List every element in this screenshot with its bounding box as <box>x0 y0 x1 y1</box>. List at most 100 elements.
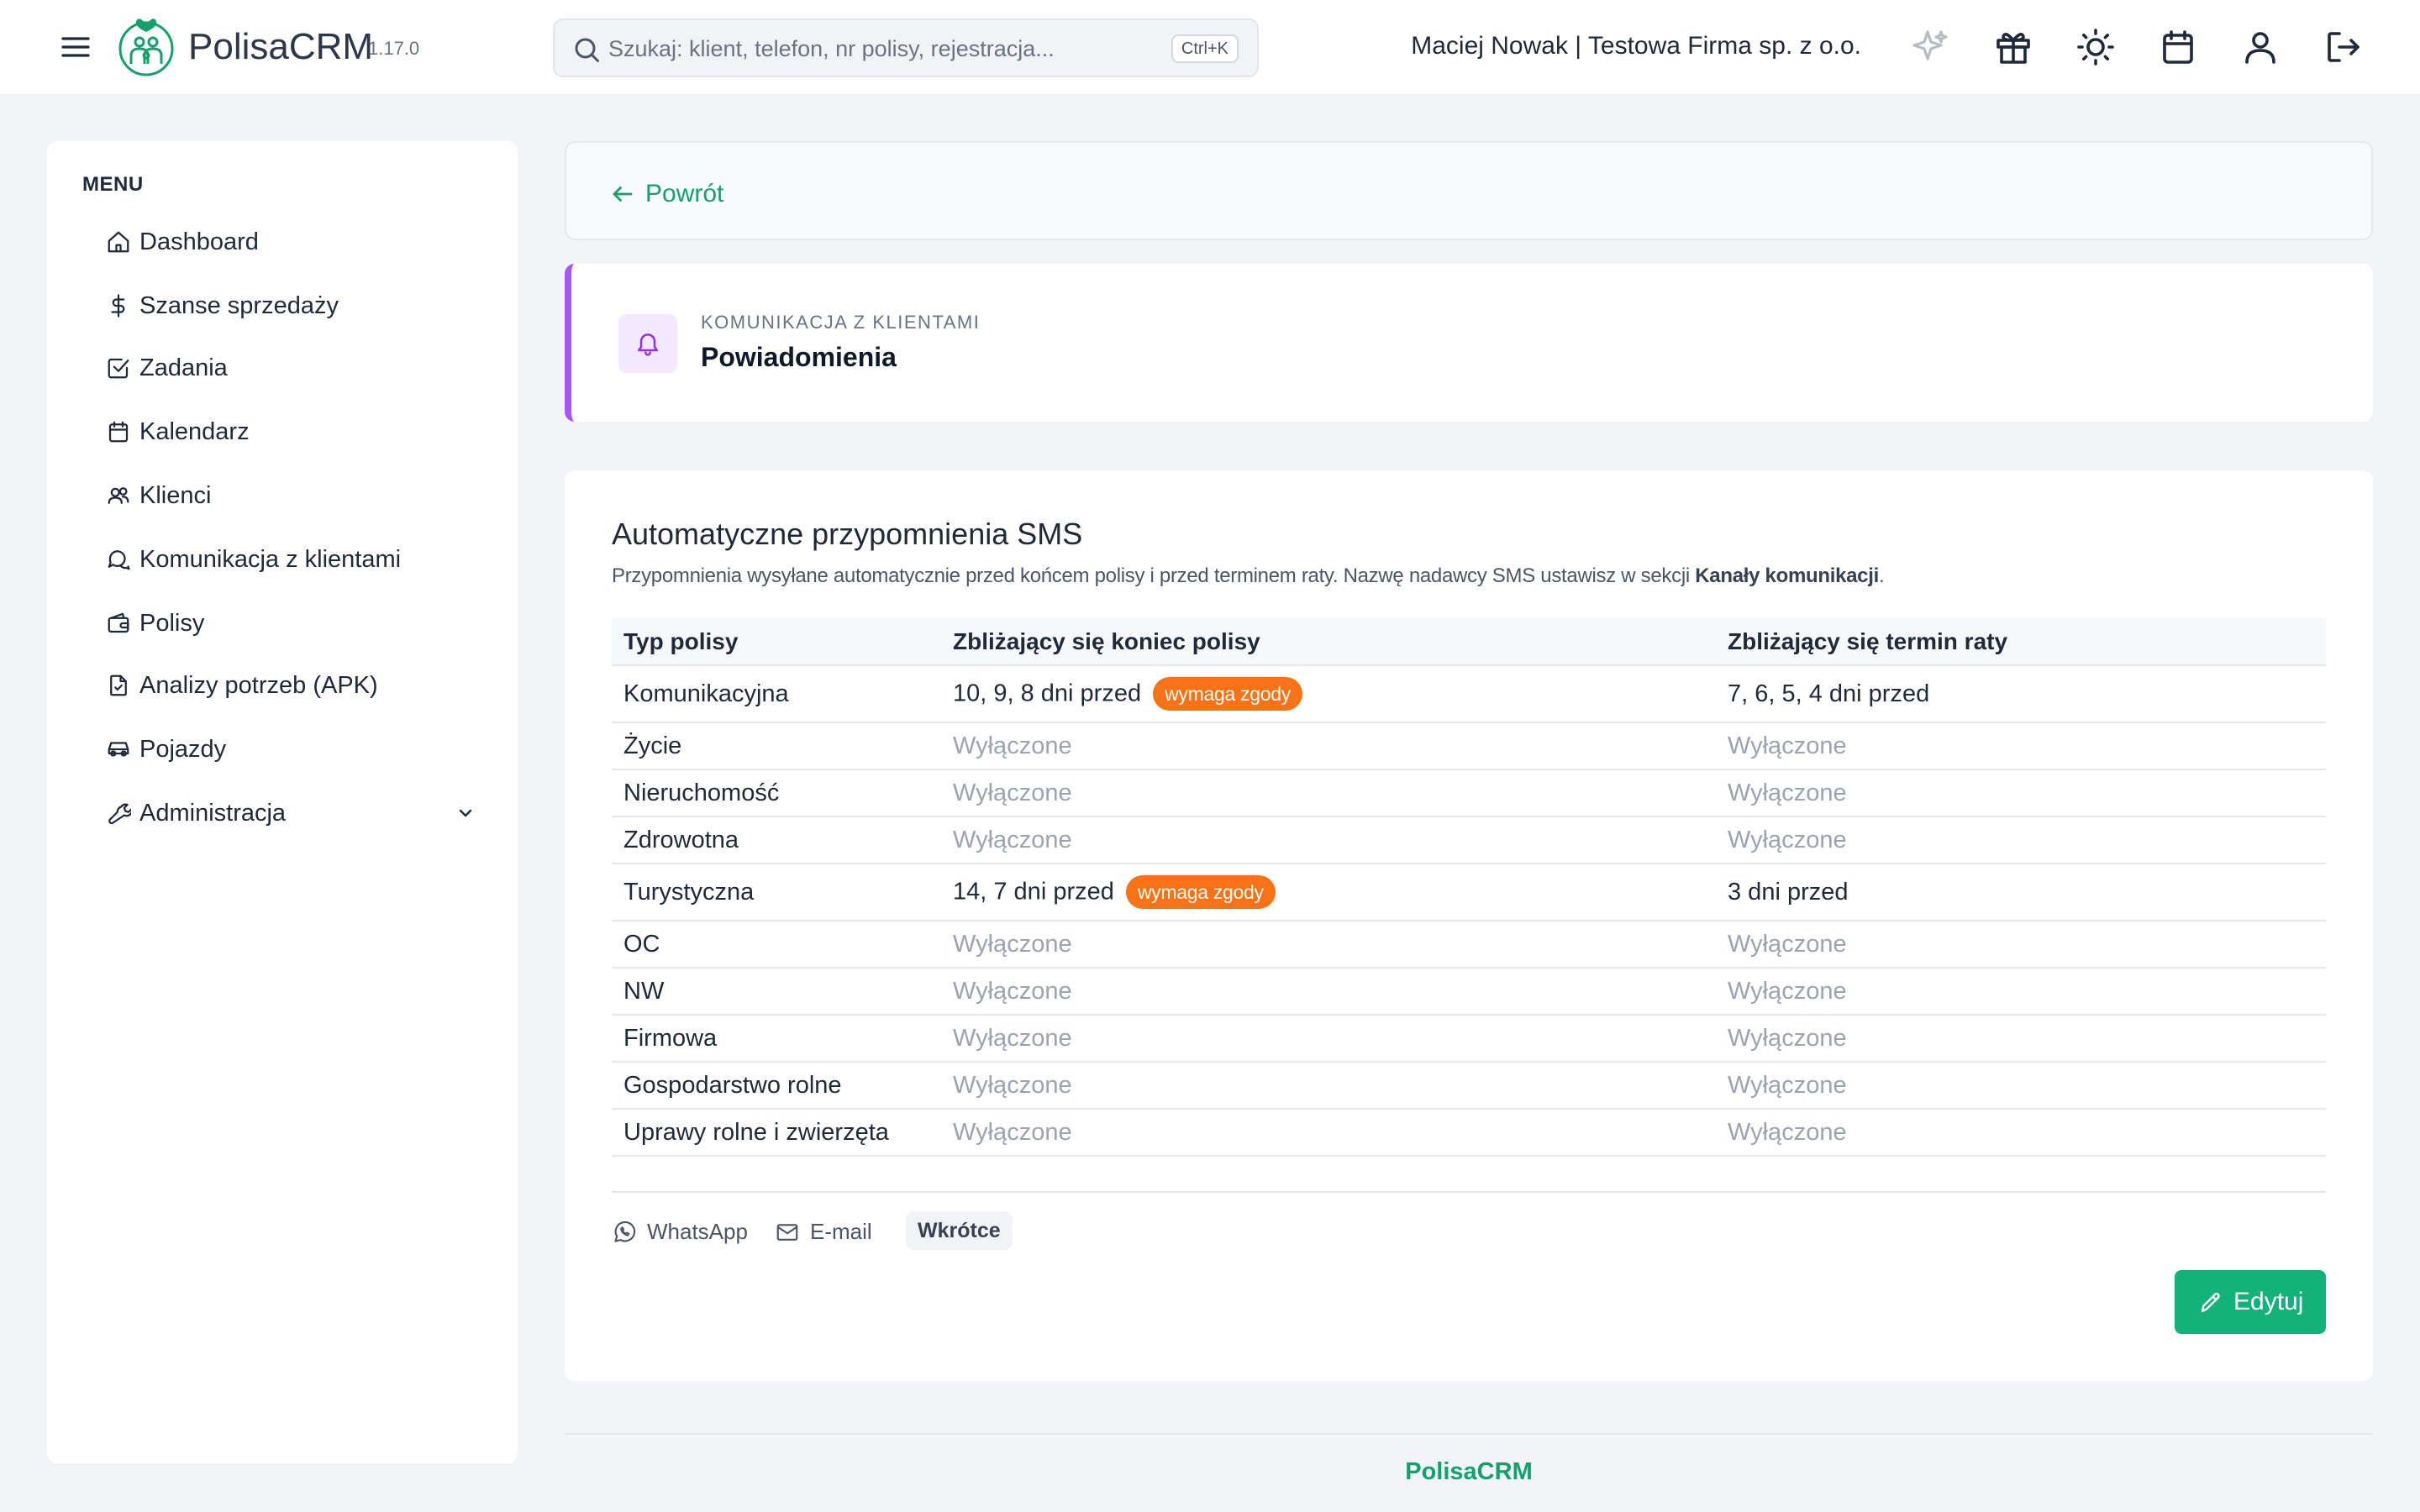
sidebar-item-administration[interactable]: Administracja <box>106 790 476 837</box>
sidebar-item-sales-opportunities[interactable]: Szanse sprzedaży <box>106 282 476 329</box>
policy-end-cell: Wyłączone <box>941 722 1716 770</box>
app-version: 1.17.0 <box>368 38 420 59</box>
table-row: NW Wyłączone Wyłączone <box>612 968 2326 1016</box>
logo-icon[interactable] <box>116 17 176 77</box>
sidebar-item-label: Zadania <box>139 354 228 381</box>
policy-type-cell: Firmowa <box>612 1015 941 1063</box>
checkbox-icon <box>106 355 131 381</box>
sidebar-item-tasks[interactable]: Zadania <box>106 344 476 391</box>
column-header-installment: Zbliżający się termin raty <box>1716 618 2326 666</box>
page-title: Powiadomienia <box>701 342 897 372</box>
user-icon[interactable] <box>2240 27 2281 67</box>
reminders-table: Typ polisy Zbliżający się koniec polisy … <box>612 618 2326 1157</box>
mail-icon <box>776 1224 798 1241</box>
email-label: E-mail <box>810 1219 872 1244</box>
policy-end-cell: Wyłączone <box>941 968 1716 1016</box>
users-icon <box>106 483 131 508</box>
sidebar-item-calendar[interactable]: Kalendarz <box>106 408 476 455</box>
column-header-policy-end: Zbliżający się koniec polisy <box>941 618 1716 666</box>
edit-button[interactable]: Edytuj <box>2175 1270 2326 1334</box>
home-icon <box>106 229 131 255</box>
sidebar-item-client-communication[interactable]: Komunikacja z klientami <box>106 536 476 583</box>
sidebar-item-label: Pojazdy <box>139 736 227 763</box>
installment-cell: Wyłączone <box>1716 722 2326 770</box>
app-name: PolisaCRM <box>188 26 374 67</box>
sidebar-item-label: Kalendarz <box>139 418 250 445</box>
policy-end-cell: Wyłączone <box>941 769 1716 817</box>
footer-brand[interactable]: PolisaCRM <box>0 1457 2420 1487</box>
policy-type-cell: Turystyczna <box>612 864 941 921</box>
file-check-icon <box>106 673 131 698</box>
policy-end-value: 10, 9, 8 dni przed <box>953 680 1142 707</box>
policy-end-cell: Wyłączone <box>941 816 1716 864</box>
policy-type-cell: OC <box>612 921 941 969</box>
chat-icon <box>106 547 131 572</box>
calendar-icon[interactable] <box>2158 27 2198 67</box>
sparkles-icon[interactable] <box>1911 27 1951 67</box>
policy-type-cell: Życie <box>612 722 941 770</box>
installment-cell: Wyłączone <box>1716 816 2326 864</box>
sidebar-item-label: Polisy <box>139 610 205 637</box>
whatsapp-icon <box>614 1221 636 1242</box>
divider <box>612 1191 2326 1193</box>
search-box[interactable]: Ctrl+K <box>553 18 1259 77</box>
section-title: Automatyczne przypomnienia SMS <box>612 517 1083 551</box>
sidebar-item-label: Dashboard <box>139 228 259 255</box>
policy-type-cell: Nieruchomość <box>612 769 941 817</box>
table-row: Nieruchomość Wyłączone Wyłączone <box>612 769 2326 817</box>
sidebar-item-label: Klienci <box>139 482 212 509</box>
gift-icon[interactable] <box>1993 27 2033 67</box>
consent-badge: wymaga zgody <box>1153 677 1302 711</box>
sidebar-item-dashboard[interactable]: Dashboard <box>106 218 476 265</box>
policy-end-cell: Wyłączone <box>941 1062 1716 1110</box>
policy-type-cell: Zdrowotna <box>612 816 941 864</box>
table-row: Zdrowotna Wyłączone Wyłączone <box>612 816 2326 864</box>
policy-type-cell: Gospodarstwo rolne <box>612 1062 941 1110</box>
sidebar-item-policies[interactable]: Polisy <box>106 600 476 647</box>
search-input[interactable] <box>608 30 1113 67</box>
coming-soon-badge: Wkrótce <box>906 1211 1013 1250</box>
table-row: Komunikacyjna 10, 9, 8 dni przed wymaga z… <box>612 665 2326 723</box>
back-card: Powrót <box>565 141 2373 240</box>
calendar-icon <box>106 419 131 444</box>
channel-whatsapp: WhatsApp <box>612 1213 755 1250</box>
top-bar: PolisaCRM 1.17.0 Ctrl+K Maciej Nowak | T… <box>0 0 2420 94</box>
table-row: Firmowa Wyłączone Wyłączone <box>612 1015 2326 1063</box>
table-row: Życie Wyłączone Wyłączone <box>612 722 2326 770</box>
sidebar-item-clients[interactable]: Klienci <box>106 472 476 519</box>
table-header-row: Typ polisy Zbliżający się koniec polisy … <box>612 618 2326 666</box>
column-header-policy-type: Typ polisy <box>612 618 941 666</box>
policy-end-cell: Wyłączone <box>941 1015 1716 1063</box>
sidebar-item-label: Komunikacja z klientami <box>139 546 402 573</box>
logout-icon[interactable] <box>2323 27 2363 67</box>
installment-cell: 7, 6, 5, 4 dni przed <box>1716 665 2326 723</box>
search-icon <box>571 34 602 65</box>
wrench-icon <box>106 801 131 826</box>
policy-type-cell: NW <box>612 968 941 1016</box>
table-row: Gospodarstwo rolne Wyłączone Wyłączone <box>612 1062 2326 1110</box>
sidebar-item-label: Analizy potrzeb (APK) <box>139 672 378 699</box>
pencil-icon <box>2201 1293 2220 1313</box>
installment-cell: 3 dni przed <box>1716 864 2326 921</box>
policy-end-cell: 10, 9, 8 dni przed wymaga zgody <box>941 665 1716 723</box>
search-shortcut: Ctrl+K <box>1171 34 1239 63</box>
sidebar: MENU Dashboard Szanse sprzedaży Zadania … <box>47 141 518 1463</box>
table-row: OC Wyłączone Wyłączone <box>612 921 2326 969</box>
channel-email: E-mail <box>775 1213 892 1250</box>
wallet-icon <box>106 611 131 636</box>
sun-icon[interactable] <box>2075 27 2116 67</box>
description-suffix: . <box>1878 564 1885 587</box>
policy-type-cell: Uprawy rolne i zwierzęta <box>612 1109 941 1157</box>
back-label: Powrót <box>645 180 724 207</box>
consent-badge: wymaga zgody <box>1125 875 1276 909</box>
sidebar-item-label: Administracja <box>139 800 287 827</box>
channels-link[interactable]: Kanały komunikacji <box>1695 564 1879 587</box>
sidebar-item-vehicles[interactable]: Pojazdy <box>106 726 476 773</box>
sidebar-item-needs-analysis[interactable]: Analizy potrzeb (APK) <box>106 662 476 709</box>
menu-icon[interactable] <box>59 30 92 64</box>
policy-end-cell: Wyłączone <box>941 921 1716 969</box>
page-overline: Komunikacja z klientami <box>701 312 981 333</box>
sms-reminders-card: Automatyczne przypomnienia SMS Przypomni… <box>565 470 2373 1381</box>
chevron-down-icon[interactable] <box>455 803 476 823</box>
page-header: Komunikacja z klientami Powiadomienia <box>565 264 2373 422</box>
